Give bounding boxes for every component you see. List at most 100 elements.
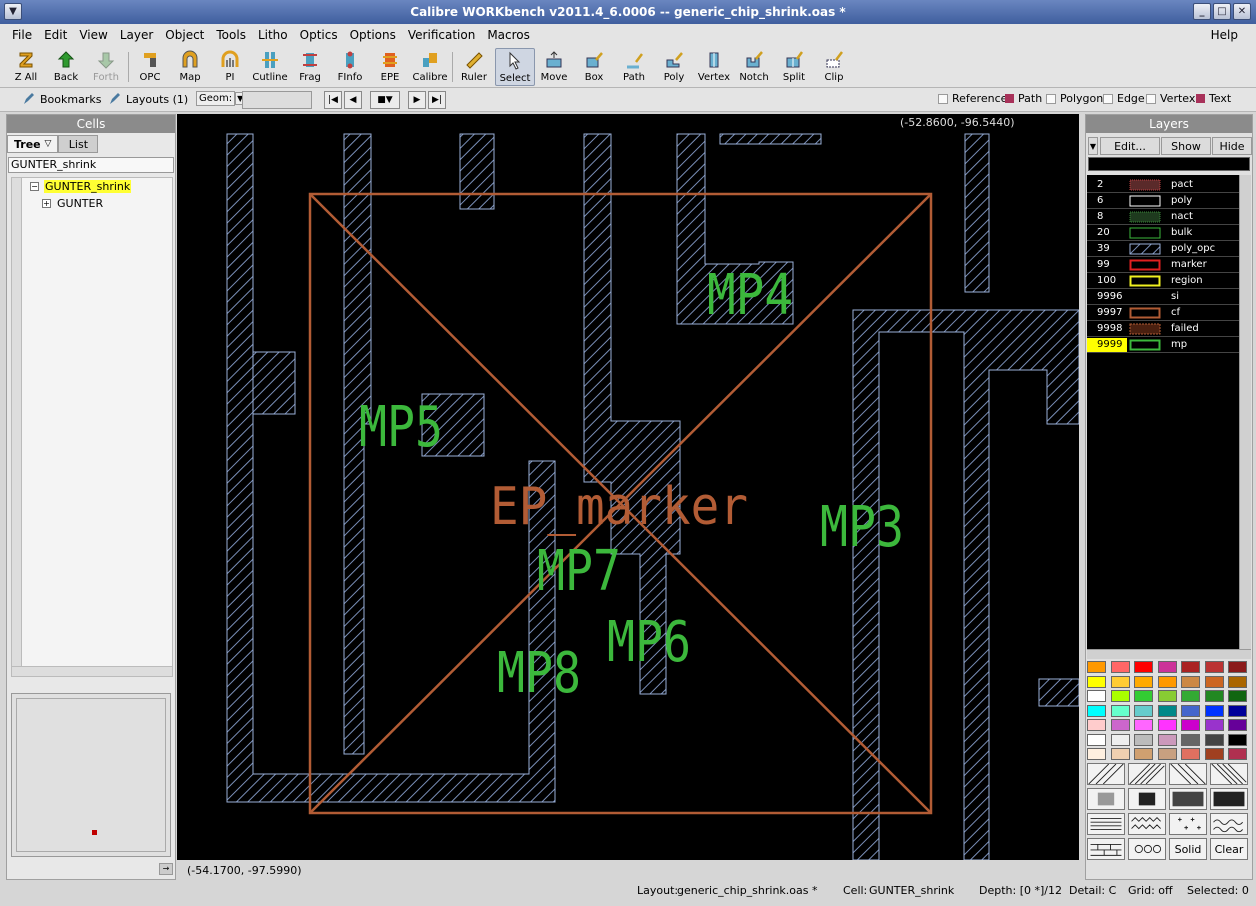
layout-canvas[interactable]: MP4 MP5 MP3 MP7 MP6 MP8 EP_marker <box>177 114 1080 880</box>
move-button[interactable]: Move <box>534 48 574 86</box>
palette-color[interactable] <box>1204 675 1224 688</box>
first-button[interactable]: |◀ <box>324 91 342 109</box>
notch-button[interactable]: Notch <box>734 48 774 86</box>
palette-color[interactable] <box>1110 661 1130 673</box>
menu-macros[interactable]: Macros <box>481 28 536 42</box>
tree-hscrollbar[interactable] <box>12 666 172 676</box>
palette-color[interactable] <box>1087 690 1106 702</box>
tree-scrollbar[interactable] <box>12 178 22 676</box>
window-menu-button[interactable]: ▼ <box>4 3 22 20</box>
last-button[interactable]: ▶| <box>428 91 446 109</box>
fill-pattern-cross[interactable] <box>1169 813 1207 835</box>
fill-pattern-dots[interactable] <box>1087 788 1125 810</box>
fill-pattern-wave[interactable] <box>1210 813 1248 835</box>
palette-color[interactable] <box>1087 675 1106 688</box>
palette-color[interactable] <box>1134 661 1153 673</box>
maximize-button[interactable]: □ <box>1213 3 1231 20</box>
pi-button[interactable]: PI <box>210 48 250 86</box>
zoom-all-button[interactable]: Z All <box>6 48 46 86</box>
palette-color[interactable] <box>1134 719 1153 731</box>
palette-color[interactable] <box>1134 748 1153 760</box>
palette-color[interactable] <box>1204 704 1224 717</box>
bookmarks-button[interactable]: Bookmarks <box>22 92 101 106</box>
clip-button[interactable]: Clip <box>814 48 854 86</box>
collapse-icon[interactable]: − <box>30 182 39 191</box>
palette-color[interactable] <box>1087 733 1106 746</box>
stop-button[interactable]: ■▼ <box>370 91 400 109</box>
frag-button[interactable]: Frag <box>290 48 330 86</box>
layouts-button[interactable]: Layouts (1) <box>108 92 188 106</box>
palette-color[interactable] <box>1110 675 1130 688</box>
edit-layer-button[interactable]: Edit... <box>1100 137 1160 155</box>
split-button[interactable]: Split <box>774 48 814 86</box>
fill-pattern-circles[interactable] <box>1128 838 1166 860</box>
cell-tree[interactable]: − GUNTER_shrink + GUNTER <box>11 177 173 677</box>
overview-panel[interactable] <box>11 693 171 857</box>
palette-color[interactable] <box>1228 704 1247 717</box>
layer-filter-input[interactable] <box>1088 157 1250 171</box>
layer-menu-button[interactable]: ▼ <box>1088 137 1098 155</box>
menu-object[interactable]: Object <box>159 28 210 42</box>
map-button[interactable]: Map <box>170 48 210 86</box>
palette-color[interactable] <box>1181 690 1200 702</box>
layer-row-selected[interactable]: 9999 mp <box>1087 337 1239 353</box>
palette-color[interactable] <box>1204 733 1224 746</box>
menu-options[interactable]: Options <box>344 28 402 42</box>
palette-color[interactable] <box>1204 719 1224 731</box>
palette-color[interactable] <box>1157 719 1177 731</box>
layer-row[interactable]: 9998 failed <box>1087 321 1239 337</box>
palette-color[interactable] <box>1204 748 1224 760</box>
palette-color[interactable] <box>1134 733 1153 746</box>
palette-color[interactable] <box>1181 704 1200 717</box>
fill-pattern-diag[interactable] <box>1087 763 1125 785</box>
menu-edit[interactable]: Edit <box>38 28 73 42</box>
menu-optics[interactable]: Optics <box>294 28 344 42</box>
palette-color[interactable] <box>1134 675 1153 688</box>
palette-color[interactable] <box>1157 690 1177 702</box>
solid-button[interactable]: Solid <box>1169 838 1207 860</box>
next-button[interactable]: ▶ <box>408 91 426 109</box>
menu-litho[interactable]: Litho <box>252 28 294 42</box>
filter-path[interactable]: Path <box>1005 92 1042 105</box>
palette-color[interactable] <box>1134 704 1153 717</box>
finfo-button[interactable]: FInfo <box>330 48 370 86</box>
fill-pattern-checker[interactable] <box>1169 788 1207 810</box>
palette-color[interactable] <box>1134 690 1153 702</box>
prev-button[interactable]: ◀ <box>344 91 362 109</box>
palette-color[interactable] <box>1228 733 1247 746</box>
palette-color[interactable] <box>1181 661 1200 673</box>
cell-name-field[interactable]: GUNTER_shrink <box>8 157 174 173</box>
clear-button[interactable]: Clear <box>1210 838 1248 860</box>
show-layer-button[interactable]: Show <box>1161 137 1211 155</box>
ruler-button[interactable]: Ruler <box>454 48 494 86</box>
menu-verification[interactable]: Verification <box>402 28 481 42</box>
fill-pattern-back[interactable] <box>1169 763 1207 785</box>
filter-reference[interactable]: Reference <box>938 92 1007 105</box>
layer-row[interactable]: 100 region <box>1087 273 1239 289</box>
palette-color[interactable] <box>1228 661 1247 673</box>
close-button[interactable]: ✕ <box>1233 3 1251 20</box>
color-palette[interactable] <box>1087 661 1251 765</box>
tab-list[interactable]: List <box>58 135 99 153</box>
expand-icon[interactable]: + <box>42 199 51 208</box>
filter-polygon[interactable]: Polygon <box>1046 92 1103 105</box>
palette-color[interactable] <box>1110 690 1130 702</box>
layer-row[interactable]: 9997 cf <box>1087 305 1239 321</box>
fill-pattern-dense[interactable] <box>1128 788 1166 810</box>
palette-color[interactable] <box>1157 704 1177 717</box>
fill-pattern-diag2[interactable] <box>1128 763 1166 785</box>
layer-row[interactable]: 6 poly <box>1087 193 1239 209</box>
box-button[interactable]: Box <box>574 48 614 86</box>
layer-row[interactable]: 39 poly_opc <box>1087 241 1239 257</box>
geom-input[interactable] <box>242 91 312 109</box>
opc-button[interactable]: OPC <box>130 48 170 86</box>
palette-color[interactable] <box>1228 748 1247 760</box>
layout-drawing[interactable]: MP4 MP5 MP3 MP7 MP6 MP8 EP_marker <box>177 114 1080 861</box>
hide-layer-button[interactable]: Hide <box>1212 137 1252 155</box>
palette-color[interactable] <box>1204 661 1224 673</box>
palette-color[interactable] <box>1157 733 1177 746</box>
layer-row[interactable]: 9996 si <box>1087 289 1239 305</box>
back-button[interactable]: Back <box>46 48 86 86</box>
palette-color[interactable] <box>1087 704 1106 717</box>
filter-edge[interactable]: Edge <box>1103 92 1145 105</box>
